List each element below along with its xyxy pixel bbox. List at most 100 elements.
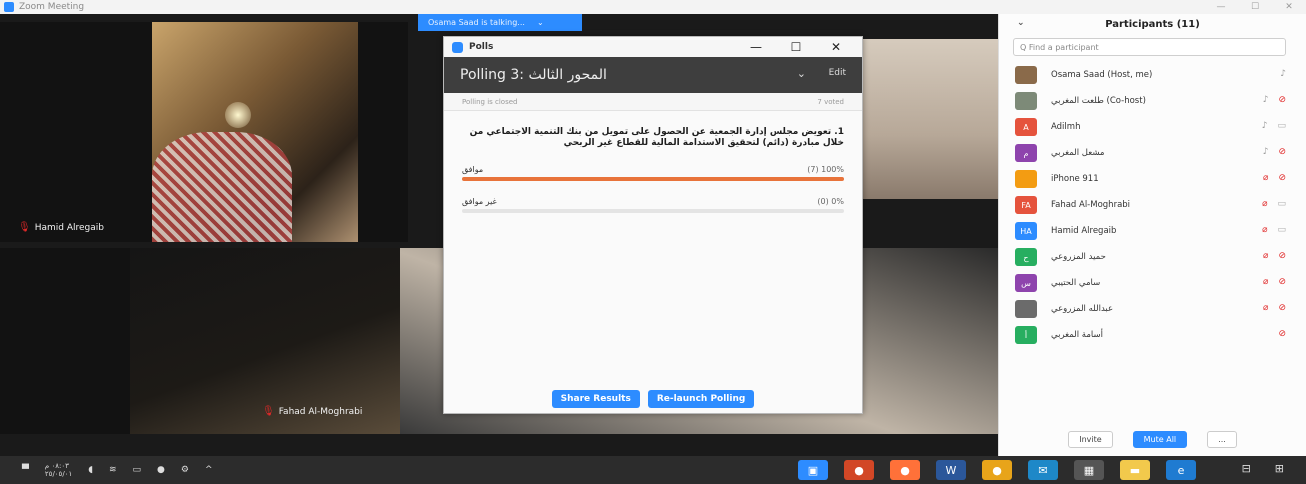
mic-muted-icon[interactable]: ⌀ [1262, 199, 1267, 209]
edit-button[interactable]: Edit [829, 68, 846, 78]
maximize-button[interactable]: ☐ [1238, 0, 1272, 14]
chevron-down-icon[interactable]: ⌄ [797, 67, 806, 80]
participant-status-icons: ⌀ ⊘ [1263, 173, 1286, 183]
participant-name: طلعت المغربي (Co-host) [1051, 96, 1146, 106]
taskbar-app-mail-icon[interactable]: ✉ [1028, 460, 1058, 480]
chevron-down-icon[interactable]: ⌄ [1017, 18, 1025, 28]
participant-status-icons: ⌀ ▭ [1262, 225, 1286, 235]
participant-row[interactable]: HA Hamid Alregaib ⌀ ▭ [999, 218, 1306, 244]
participants-header: ⌄ Participants (11) [999, 14, 1306, 34]
participant-row[interactable]: ح حميد المزروعي ⌀ ⊘ [999, 244, 1306, 270]
video-tile-right[interactable] [855, 39, 998, 199]
camera-off-icon[interactable]: ⊘ [1278, 147, 1286, 157]
camera-off-icon[interactable]: ⊘ [1278, 277, 1286, 287]
participant-row[interactable]: FA Fahad Al-Moghrabi ⌀ ▭ [999, 192, 1306, 218]
participant-search-input[interactable]: Q Find a participant [1013, 38, 1286, 56]
answer-bar-track [462, 177, 844, 181]
taskbar-app-chrome-icon[interactable]: ● [982, 460, 1012, 480]
minimize-button[interactable]: — [1204, 0, 1238, 14]
participant-row[interactable]: م مشعل المغربي ♪ ⊘ [999, 140, 1306, 166]
talking-banner[interactable]: Osama Saad is talking... ⌄ [418, 14, 582, 31]
video-tile-hamid[interactable] [0, 22, 408, 242]
mic-muted-icon[interactable]: ⌀ [1263, 303, 1268, 313]
notification-icon[interactable]: ▀ [22, 465, 29, 475]
task-view-icon[interactable]: ⊟ [1242, 462, 1251, 475]
avatar [1015, 300, 1037, 318]
participant-row[interactable]: س سامي الحتيبي ⌀ ⊘ [999, 270, 1306, 296]
share-results-button[interactable]: Share Results [551, 390, 640, 408]
mic-icon[interactable]: ♪ [1262, 121, 1268, 131]
avatar: س [1015, 274, 1037, 292]
mute-all-button[interactable]: Mute All [1132, 431, 1188, 448]
mic-muted-icon[interactable]: ⌀ [1262, 225, 1267, 235]
mic-icon[interactable]: ● [157, 465, 165, 475]
battery-icon[interactable]: ▭ [133, 465, 142, 475]
speaker-icon[interactable]: ◖ [88, 465, 93, 475]
avatar [1015, 92, 1037, 110]
taskbar-app-edge-icon[interactable]: e [1166, 460, 1196, 480]
windows-start-icon[interactable]: ⊞ [1275, 462, 1284, 475]
taskbar-app-files-icon[interactable]: ▬ [1120, 460, 1150, 480]
participant-name: Adilmh [1051, 122, 1081, 132]
zoom-window: Zoom Meeting — ☐ ✕ 🎙 Hamid Alregaib 🎙 Fa… [0, 0, 1306, 456]
participant-row[interactable]: A Adilmh ♪ ▭ [999, 114, 1306, 140]
mic-muted-icon: 🎙 [262, 406, 275, 417]
camera-off-icon[interactable]: ⊘ [1278, 95, 1286, 105]
poll-minimize-button[interactable]: — [736, 40, 776, 54]
camera-off-icon[interactable]: ⊘ [1278, 303, 1286, 313]
mic-icon[interactable]: ♪ [1263, 95, 1269, 105]
participant-row[interactable]: طلعت المغربي (Co-host) ♪ ⊘ [999, 88, 1306, 114]
settings-icon[interactable]: ⚙ [181, 465, 189, 475]
participant-name: Hamid Alregaib [34, 222, 104, 233]
poll-maximize-button[interactable]: ☐ [776, 40, 816, 54]
participant-row[interactable]: iPhone 911 ⌀ ⊘ [999, 166, 1306, 192]
avatar: FA [1015, 196, 1037, 214]
participant-name: عبدالله المزروعي [1051, 304, 1114, 314]
mic-icon[interactable]: ♪ [1280, 69, 1286, 79]
poll-close-button[interactable]: ✕ [816, 40, 856, 54]
camera-off-icon[interactable]: ⊘ [1278, 173, 1286, 183]
answer-bar-track [462, 209, 844, 213]
network-icon[interactable]: ≋ [109, 465, 117, 475]
avatar: ح [1015, 248, 1037, 266]
taskbar-app-zoom-icon[interactable]: ▣ [798, 460, 828, 480]
mic-muted-icon[interactable]: ⌀ [1263, 173, 1268, 183]
participant-name: Fahad Al-Moghrabi [278, 406, 363, 417]
mic-muted-icon[interactable]: ⌀ [1263, 277, 1268, 287]
avatar: HA [1015, 222, 1037, 240]
poll-status: Polling is closed [462, 97, 518, 106]
system-tray: ▀ ٠٨:٠٣ م ٢٥/٠٥/٠١ ◖ ≋ ▭ ● ⚙ ^ [22, 462, 213, 478]
relaunch-polling-button[interactable]: Re-launch Polling [647, 390, 755, 408]
avatar: أ [1015, 326, 1037, 344]
poll-titlebar: Polls — ☐ ✕ [444, 37, 862, 57]
participant-row[interactable]: عبدالله المزروعي ⌀ ⊘ [999, 296, 1306, 322]
camera-icon[interactable]: ▭ [1277, 225, 1286, 235]
mic-icon[interactable]: ♪ [1263, 147, 1269, 157]
answer-text: غير موافق [462, 197, 497, 206]
more-options-button[interactable]: ... [1207, 431, 1237, 448]
poll-window-controls: — ☐ ✕ [736, 37, 856, 57]
title-bar: Zoom Meeting — ☐ ✕ [0, 0, 1306, 14]
avatar [1015, 66, 1037, 84]
chevron-up-icon[interactable]: ^ [205, 465, 213, 475]
search-placeholder: Q Find a participant [1020, 42, 1099, 52]
camera-icon[interactable]: ▭ [1277, 121, 1286, 131]
taskbar-right: ⊟ ⊞ [1242, 462, 1284, 475]
participant-row[interactable]: أ أسامة المغربي ⊘ [999, 322, 1306, 348]
clock[interactable]: ٠٨:٠٣ م ٢٥/٠٥/٠١ [45, 462, 72, 478]
participant-status-icons: ⌀ ⊘ [1263, 277, 1286, 287]
taskbar-app-calculator-icon[interactable]: ▦ [1074, 460, 1104, 480]
camera-icon[interactable]: ▭ [1277, 199, 1286, 209]
camera-off-icon[interactable]: ⊘ [1278, 329, 1286, 339]
close-button[interactable]: ✕ [1272, 0, 1306, 14]
taskbar-app-word-icon[interactable]: W [936, 460, 966, 480]
mic-muted-icon[interactable]: ⌀ [1263, 251, 1268, 261]
participant-status-icons: ♪ ⊘ [1263, 147, 1286, 157]
camera-off-icon[interactable]: ⊘ [1278, 251, 1286, 261]
ghutra-shape [152, 132, 292, 242]
taskbar-app-firefox-icon[interactable]: ● [890, 460, 920, 480]
taskbar-app-powerpoint-icon[interactable]: ● [844, 460, 874, 480]
participant-name: أسامة المغربي [1051, 330, 1103, 340]
invite-button[interactable]: Invite [1068, 431, 1113, 448]
participant-row[interactable]: Osama Saad (Host, me) ♪ [999, 62, 1306, 88]
